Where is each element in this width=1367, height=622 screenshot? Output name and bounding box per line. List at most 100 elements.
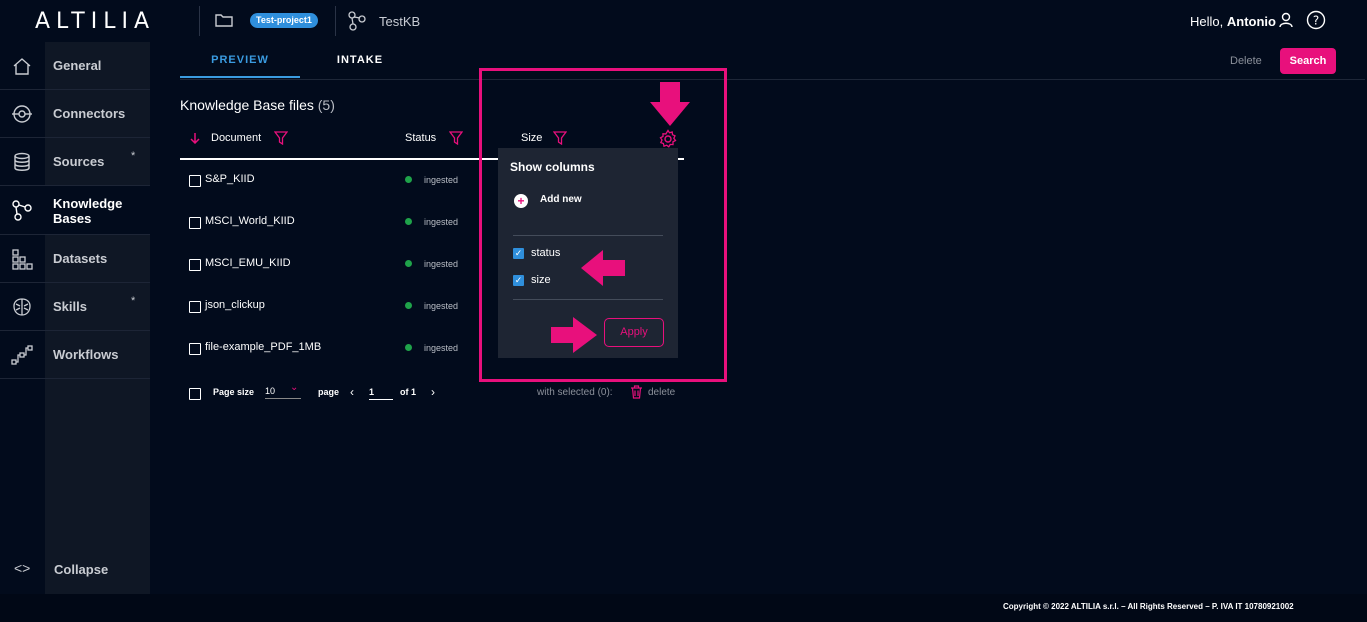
status-text: ingested — [424, 301, 459, 311]
document-name[interactable]: json_clickup — [205, 299, 265, 311]
row-checkbox[interactable] — [189, 175, 201, 187]
add-new-column-button[interactable]: Add new — [540, 194, 582, 205]
copyright-text: Copyright © 2022 ALTILIA s.r.l. – All Ri… — [1003, 602, 1294, 611]
altilia-logo[interactable]: ALTILIA — [35, 9, 155, 34]
size-column-label[interactable]: size — [531, 274, 551, 286]
annotation-arrow-down — [650, 82, 690, 126]
column-header-status[interactable]: Status — [405, 132, 436, 144]
table-row: json_clickup ingested — [180, 297, 480, 317]
status-text: ingested — [424, 343, 459, 353]
divider — [199, 6, 200, 36]
select-all-checkbox[interactable] — [189, 388, 201, 400]
collapse-button[interactable]: <> Collapse — [0, 552, 150, 594]
connector-icon — [12, 105, 32, 123]
graph-icon — [12, 200, 32, 221]
table-row: S&P_KIID ingested — [180, 171, 480, 191]
annotation-arrow-right — [551, 317, 597, 353]
of-label: of — [400, 387, 409, 397]
sidebar-item-label: General — [53, 58, 102, 73]
status-column-checkbox[interactable]: ✓ — [513, 248, 524, 259]
row-checkbox[interactable] — [189, 343, 201, 355]
sidebar-item-datasets[interactable]: Datasets — [0, 235, 150, 283]
table-row: MSCI_EMU_KIID ingested — [180, 255, 480, 275]
workflow-icon — [11, 345, 33, 365]
page-size-label: Page size — [213, 387, 255, 397]
title-text: Knowledge Base files — [180, 97, 314, 113]
page-input[interactable]: 1 — [369, 387, 393, 400]
file-count: (5) — [317, 97, 335, 113]
filter-icon[interactable] — [274, 131, 288, 145]
sidebar-item-knowledge-bases[interactable]: Knowledge Bases — [0, 186, 150, 235]
sidebar-item-label: Workflows — [53, 347, 119, 362]
table-row: file-example_PDF_1MB ingested — [180, 339, 480, 359]
folder-icon[interactable] — [215, 12, 233, 28]
chevron-down-icon[interactable]: ⌄ — [290, 382, 298, 393]
plus-icon[interactable]: + — [514, 194, 528, 208]
database-icon — [14, 152, 30, 171]
knowledge-graph-icon — [348, 11, 366, 31]
size-column-checkbox[interactable]: ✓ — [513, 275, 524, 286]
status-dot — [405, 218, 412, 225]
sidebar-item-label: Datasets — [53, 251, 108, 266]
status-text: ingested — [424, 259, 459, 269]
project-badge[interactable]: Test-project1 — [250, 13, 318, 28]
chevron-left-icon[interactable]: ‹ — [350, 385, 354, 399]
sidebar-item-skills[interactable]: Skills * — [0, 283, 150, 331]
grid-icon — [12, 249, 33, 270]
status-dot — [405, 176, 412, 183]
brain-icon — [13, 298, 31, 316]
tab-bar: PREVIEW INTAKE — [180, 43, 1365, 80]
row-checkbox[interactable] — [189, 301, 201, 313]
home-icon — [13, 58, 31, 75]
sidebar-item-label: Sources — [53, 154, 105, 169]
sidebar-item-label: Skills — [53, 299, 87, 314]
total-pages: 1 — [411, 387, 417, 397]
gear-icon[interactable] — [658, 129, 678, 149]
popup-title: Show columns — [510, 160, 595, 174]
sidebar: General Connectors Sources * Knowledge B… — [0, 42, 150, 594]
help-icon[interactable]: ? — [1306, 10, 1326, 30]
user-greeting: Hello, Antonio — [1190, 14, 1276, 29]
document-name[interactable]: file-example_PDF_1MB — [205, 341, 321, 353]
status-text: ingested — [424, 175, 459, 185]
status-column-label[interactable]: status — [531, 247, 560, 259]
user-icon[interactable] — [1278, 12, 1294, 28]
new-marker: * — [131, 150, 136, 162]
delete-selected-link[interactable]: delete — [648, 387, 675, 398]
page-total: of 1 — [400, 387, 416, 397]
row-checkbox[interactable] — [189, 259, 201, 271]
filter-icon[interactable] — [449, 131, 463, 145]
sidebar-item-connectors[interactable]: Connectors — [0, 90, 150, 138]
greeting-text: Hello, — [1190, 14, 1224, 29]
collapse-icon: <> — [14, 560, 31, 576]
sidebar-item-label: Knowledge Bases — [53, 196, 123, 226]
document-name[interactable]: MSCI_EMU_KIID — [205, 257, 291, 269]
tab-preview[interactable]: PREVIEW — [180, 43, 300, 78]
search-button[interactable]: Search — [1280, 48, 1336, 74]
apply-button[interactable]: Apply — [604, 318, 664, 347]
kb-name: TestKB — [379, 14, 421, 29]
sidebar-item-sources[interactable]: Sources * — [0, 138, 150, 186]
tab-intake[interactable]: INTAKE — [300, 43, 420, 78]
user-name: Antonio — [1226, 14, 1276, 29]
svg-text:?: ? — [1313, 14, 1319, 28]
document-name[interactable]: MSCI_World_KIID — [205, 215, 295, 227]
top-bar: ALTILIA Test-project1 TestKB Hello, Anto… — [0, 0, 1367, 42]
page-title: Knowledge Base files (5) — [180, 97, 335, 113]
collapse-label: Collapse — [54, 562, 109, 577]
column-header-document[interactable]: Document — [211, 132, 261, 144]
sidebar-item-general[interactable]: General — [0, 42, 150, 90]
status-dot — [405, 260, 412, 267]
document-name[interactable]: S&P_KIID — [205, 173, 255, 185]
status-dot — [405, 344, 412, 351]
trash-icon[interactable] — [630, 385, 643, 399]
sidebar-item-label: Connectors — [53, 106, 126, 121]
delete-button[interactable]: Delete — [1230, 55, 1262, 67]
page-label: page — [318, 387, 340, 397]
sidebar-item-workflows[interactable]: Workflows — [0, 331, 150, 379]
annotation-arrow-left — [581, 250, 625, 286]
chevron-right-icon[interactable]: › — [431, 385, 435, 399]
footer: Copyright © 2022 ALTILIA s.r.l. – All Ri… — [0, 594, 1367, 622]
sort-arrow-icon[interactable] — [189, 132, 201, 144]
row-checkbox[interactable] — [189, 217, 201, 229]
